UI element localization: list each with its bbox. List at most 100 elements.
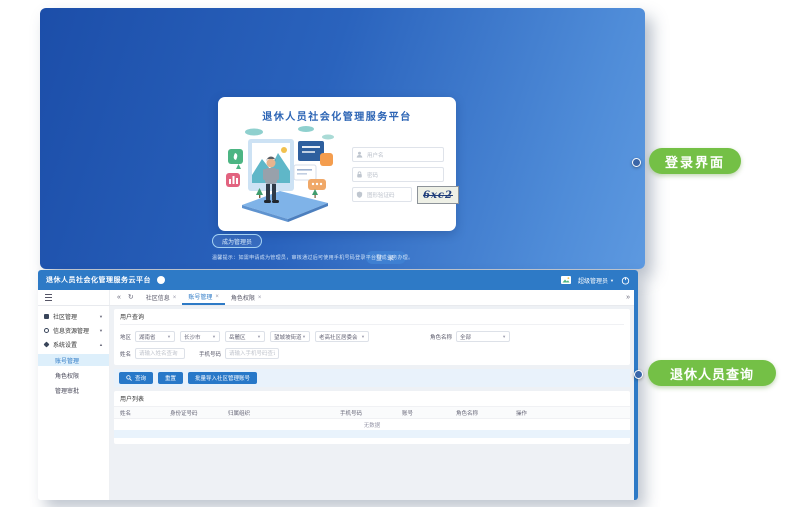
refresh-icon[interactable]: ↻ xyxy=(128,294,134,301)
name-input[interactable] xyxy=(135,348,185,359)
filter-row-name-phone: 姓名 手机号码 xyxy=(120,348,624,359)
col-name: 姓名 xyxy=(120,409,170,417)
sidebar-item-accounts[interactable]: 账号管理 xyxy=(38,354,109,366)
table-stripe xyxy=(114,430,630,438)
col-role: 角色名称 xyxy=(456,409,516,417)
chevron-down-icon: ▼ xyxy=(361,334,365,339)
shield-icon xyxy=(356,191,363,198)
filter-row-region: 地区 湖南省 ▼ 长沙市 ▼ 岳麓区 ▼ xyxy=(120,331,624,342)
captcha-text: 6xc2 xyxy=(423,190,453,201)
sidebar-item-settings[interactable]: 系统设置 ▲ xyxy=(38,337,109,351)
action-bar: 查询 重置 批量导入社区管理账号 xyxy=(114,369,630,387)
close-icon[interactable]: × xyxy=(258,295,262,301)
col-phone: 手机号码 xyxy=(340,409,402,417)
user-menu[interactable]: 超级管理员 ▼ xyxy=(578,276,614,285)
logout-power-icon[interactable] xyxy=(621,276,630,285)
callout-query-label: 退休人员查询 xyxy=(648,360,776,386)
callout-dot-login xyxy=(632,158,641,167)
name-label: 姓名 xyxy=(120,350,131,358)
table-header: 姓名 身份证号码 归属组织 手机号码 账号 角色名称 操作 xyxy=(114,406,630,419)
sidebar-item-resources[interactable]: 信息资源管理 ▼ xyxy=(38,323,109,337)
app-header: 退休人员社会化管理服务云平台 超级管理员 ▼ xyxy=(38,270,638,290)
logo-circle xyxy=(157,276,165,284)
sidebar: 社区管理 ▼ 信息资源管理 ▼ 系统设置 ▲ 账号管理 角色权限 xyxy=(38,306,110,500)
tab-community-info[interactable]: 社区信息 × xyxy=(140,290,183,305)
settings-icon xyxy=(43,341,49,347)
callout-login-label: 登录界面 xyxy=(649,148,741,174)
login-illustration xyxy=(224,123,348,225)
window-edge xyxy=(634,290,638,500)
phone-input[interactable] xyxy=(225,348,279,359)
collapse-tabs-icon[interactable]: « xyxy=(117,294,121,301)
captcha-image[interactable]: 6xc2 xyxy=(417,186,459,204)
tab-account-management[interactable]: 账号管理 × xyxy=(182,290,225,305)
empty-state: 无数据 xyxy=(114,419,630,430)
reset-button[interactable]: 重置 xyxy=(158,372,183,384)
chevron-down-icon: ▼ xyxy=(99,314,103,319)
phone-label: 手机号码 xyxy=(199,350,221,358)
role-label: 角色名称 xyxy=(430,333,452,341)
chevron-down-icon: ▼ xyxy=(99,328,103,333)
captcha-input[interactable] xyxy=(365,188,413,203)
sidebar-item-approvals[interactable]: 管理审批 xyxy=(38,384,109,396)
tab-role-permissions[interactable]: 角色权限 × xyxy=(225,290,268,305)
col-organization: 归属组织 xyxy=(228,409,340,417)
sidebar-item-role-perms[interactable]: 角色权限 xyxy=(38,369,109,381)
login-screenshot: 退休人员社会化管理服务平台 xyxy=(40,8,645,269)
chevron-up-icon: ▲ xyxy=(99,342,103,347)
district-select[interactable]: 岳麓区 ▼ xyxy=(225,331,265,342)
password-input[interactable] xyxy=(365,168,445,183)
role-select[interactable]: 全部 ▼ xyxy=(456,331,510,342)
password-field[interactable] xyxy=(352,167,444,182)
become-admin-button[interactable]: 成为管理员 xyxy=(212,234,262,248)
community-select[interactable]: 老高社区居委会 ▼ xyxy=(315,331,369,342)
open-tabs: 社区信息 × 账号管理 × 角色权限 × xyxy=(140,290,268,305)
login-tip: 温馨提示：如需申请成为管理员，审核通过后可使用手机号码登录平台完成业务办理。 xyxy=(212,254,413,261)
chevron-down-icon: ▼ xyxy=(212,334,216,339)
filter-title: 用户查询 xyxy=(120,312,624,325)
user-name: 超级管理员 xyxy=(578,276,608,285)
col-actions: 操作 xyxy=(516,409,630,417)
app-body: 社区管理 ▼ 信息资源管理 ▼ 系统设置 ▲ 账号管理 角色权限 xyxy=(38,306,638,500)
main-content: 用户查询 地区 湖南省 ▼ 长沙市 ▼ 岳麓区 ▼ xyxy=(110,306,638,500)
app-title: 退休人员社会化管理服务云平台 xyxy=(46,275,151,285)
close-icon[interactable]: × xyxy=(215,294,219,300)
chevron-down-icon: ▼ xyxy=(257,334,261,339)
tab-strip: « ↻ 社区信息 × 账号管理 × 角色权限 × » xyxy=(38,290,638,306)
lock-icon xyxy=(356,171,363,178)
user-list-panel: 用户列表 姓名 身份证号码 归属组织 手机号码 账号 角色名称 操作 无数据 xyxy=(114,391,630,444)
chevron-down-icon: ▼ xyxy=(610,278,614,283)
username-field[interactable] xyxy=(352,147,444,162)
expand-tabs-icon[interactable]: » xyxy=(626,294,630,301)
table-title: 用户列表 xyxy=(114,394,630,406)
avatar-image-icon[interactable] xyxy=(561,276,571,284)
search-icon xyxy=(126,375,132,381)
search-button[interactable]: 查询 xyxy=(119,372,153,384)
col-account: 账号 xyxy=(402,409,456,417)
city-select[interactable]: 长沙市 ▼ xyxy=(180,331,220,342)
close-icon[interactable]: × xyxy=(173,295,177,301)
menu-toggle-icon[interactable] xyxy=(45,294,52,301)
sidebar-item-community[interactable]: 社区管理 ▼ xyxy=(38,309,109,323)
col-id-number: 身份证号码 xyxy=(170,409,228,417)
resource-icon xyxy=(44,328,49,333)
admin-screenshot: 退休人员社会化管理服务云平台 超级管理员 ▼ « ↻ 社区信息 xyxy=(38,270,638,500)
chevron-down-icon: ▼ xyxy=(167,334,171,339)
login-card: 退休人员社会化管理服务平台 xyxy=(218,97,456,231)
batch-import-button[interactable]: 批量导入社区管理账号 xyxy=(188,372,257,384)
chevron-down-icon: ▼ xyxy=(502,334,506,339)
user-icon xyxy=(356,151,363,158)
page: 退休人员社会化管理服务平台 xyxy=(0,0,800,507)
captcha-field[interactable]: 6xc2 xyxy=(352,187,412,202)
province-select[interactable]: 湖南省 ▼ xyxy=(135,331,175,342)
username-input[interactable] xyxy=(365,148,445,163)
sidebar-header xyxy=(38,290,110,305)
login-form: 6xc2 登 录 xyxy=(352,147,444,207)
callout-dot-query xyxy=(634,370,643,379)
street-select[interactable]: 望城坡街道 ▼ xyxy=(270,331,310,342)
chevron-down-icon: ▼ xyxy=(302,334,306,339)
login-title: 退休人员社会化管理服务平台 xyxy=(218,108,456,123)
region-label: 地区 xyxy=(120,333,131,341)
filter-panel: 用户查询 地区 湖南省 ▼ 长沙市 ▼ 岳麓区 ▼ xyxy=(114,309,630,365)
community-icon xyxy=(44,314,49,319)
